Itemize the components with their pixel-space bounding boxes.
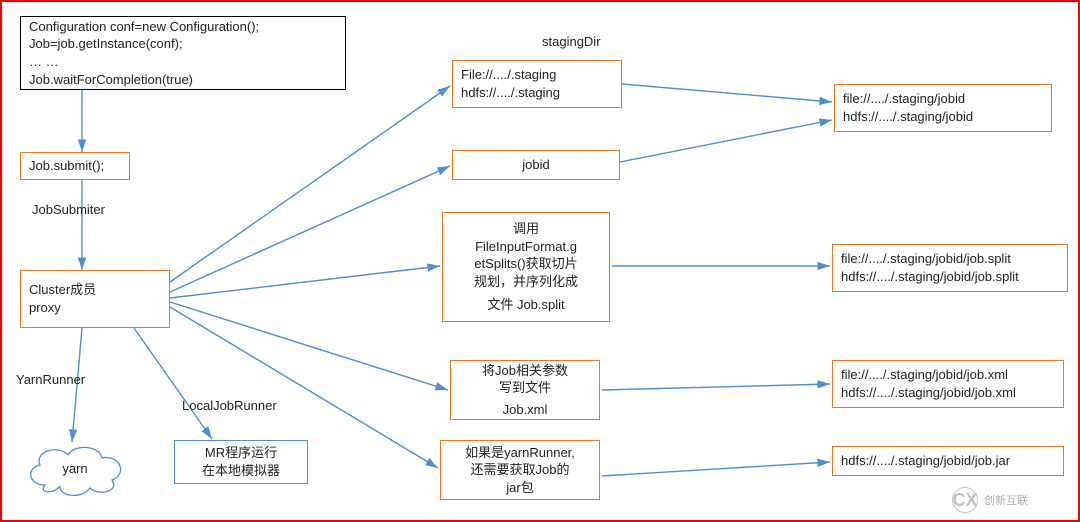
mr-local-line-2: 在本地模拟器 [202, 462, 280, 480]
splits-line-4: 规划，并序列化成 [474, 273, 578, 291]
jar-line-3: jar包 [506, 479, 533, 497]
local-job-runner-label: LocalJobRunner [182, 398, 277, 413]
jar-line-2: 还需要获取Job的 [471, 461, 570, 479]
watermark: CX 创新互联 [952, 486, 1072, 514]
jobid-path-line-2: hdfs://..../.staging/jobid [843, 108, 1043, 126]
split-path-line-1: file://..../.staging/jobid/job.split [841, 250, 1059, 268]
cluster-line-2: proxy [29, 299, 161, 317]
split-path-box: file://..../.staging/jobid/job.split hdf… [832, 244, 1068, 292]
xml-path-line-1: file://..../.staging/jobid/job.xml [841, 366, 1055, 384]
cluster-line-1: Cluster成员 [29, 281, 161, 299]
code-line-1: Configuration conf=new Configuration(); [29, 18, 337, 36]
watermark-icon: CX [952, 487, 978, 513]
xml-path-line-2: hdfs://..../.staging/jobid/job.xml [841, 384, 1055, 402]
splits-line-2: FileInputFormat.g [475, 238, 577, 256]
jobid-path-line-1: file://..../.staging/jobid [843, 90, 1043, 108]
splits-box: 调用 FileInputFormat.g etSplits()获取切片 规划，并… [442, 212, 610, 322]
jobxml-line-3: Job.xml [503, 401, 548, 419]
jar-path-line-1: hdfs://..../.staging/jobid/job.jar [841, 452, 1055, 470]
jobxml-box: 将Job相关参数 写到文件 Job.xml [450, 360, 600, 420]
xml-path-box: file://..../.staging/jobid/job.xml hdfs:… [832, 360, 1064, 408]
code-line-4: Job.waitForCompletion(true) [29, 71, 337, 89]
code-config-box: Configuration conf=new Configuration(); … [20, 16, 346, 90]
jar-line-1: 如果是yarnRunner, [465, 444, 575, 462]
mr-local-line-1: MR程序运行 [205, 444, 277, 462]
diagram-canvas: Configuration conf=new Configuration(); … [0, 0, 1080, 522]
staging-dir-line-1: File://..../.staging [461, 66, 613, 84]
jobid-text: jobid [522, 156, 549, 174]
staging-dir-line-2: hdfs://..../.staging [461, 84, 613, 102]
job-submit-box: Job.submit(); [20, 152, 130, 180]
splits-line-1: 调用 [513, 220, 539, 238]
yarn-runner-label: YarnRunner [16, 372, 85, 387]
jar-box: 如果是yarnRunner, 还需要获取Job的 jar包 [440, 440, 600, 500]
split-path-line-2: hdfs://..../.staging/jobid/job.split [841, 268, 1059, 286]
jobid-path-box: file://..../.staging/jobid hdfs://..../.… [834, 84, 1052, 132]
staging-dir-box: File://..../.staging hdfs://..../.stagin… [452, 60, 622, 108]
code-line-3: … … [29, 53, 337, 71]
yarn-cloud-text: yarn [62, 461, 87, 476]
splits-line-5: 文件 Job.split [487, 296, 564, 314]
cluster-proxy-box: Cluster成员 proxy [20, 270, 170, 328]
watermark-text: 创新互联 [984, 492, 1028, 508]
jobxml-line-1: 将Job相关参数 [482, 362, 568, 380]
code-line-2: Job=job.getInstance(conf); [29, 35, 337, 53]
job-submitter-label: JobSubmiter [32, 202, 105, 217]
yarn-cloud: yarn [20, 440, 130, 496]
splits-line-3: etSplits()获取切片 [474, 255, 577, 273]
jar-path-box: hdfs://..../.staging/jobid/job.jar [832, 446, 1064, 476]
staging-dir-label: stagingDir [542, 34, 601, 49]
job-submit-text: Job.submit(); [29, 157, 121, 175]
mr-local-box: MR程序运行 在本地模拟器 [174, 440, 308, 484]
jobid-box: jobid [452, 150, 620, 180]
jobxml-line-2: 写到文件 [499, 379, 551, 397]
